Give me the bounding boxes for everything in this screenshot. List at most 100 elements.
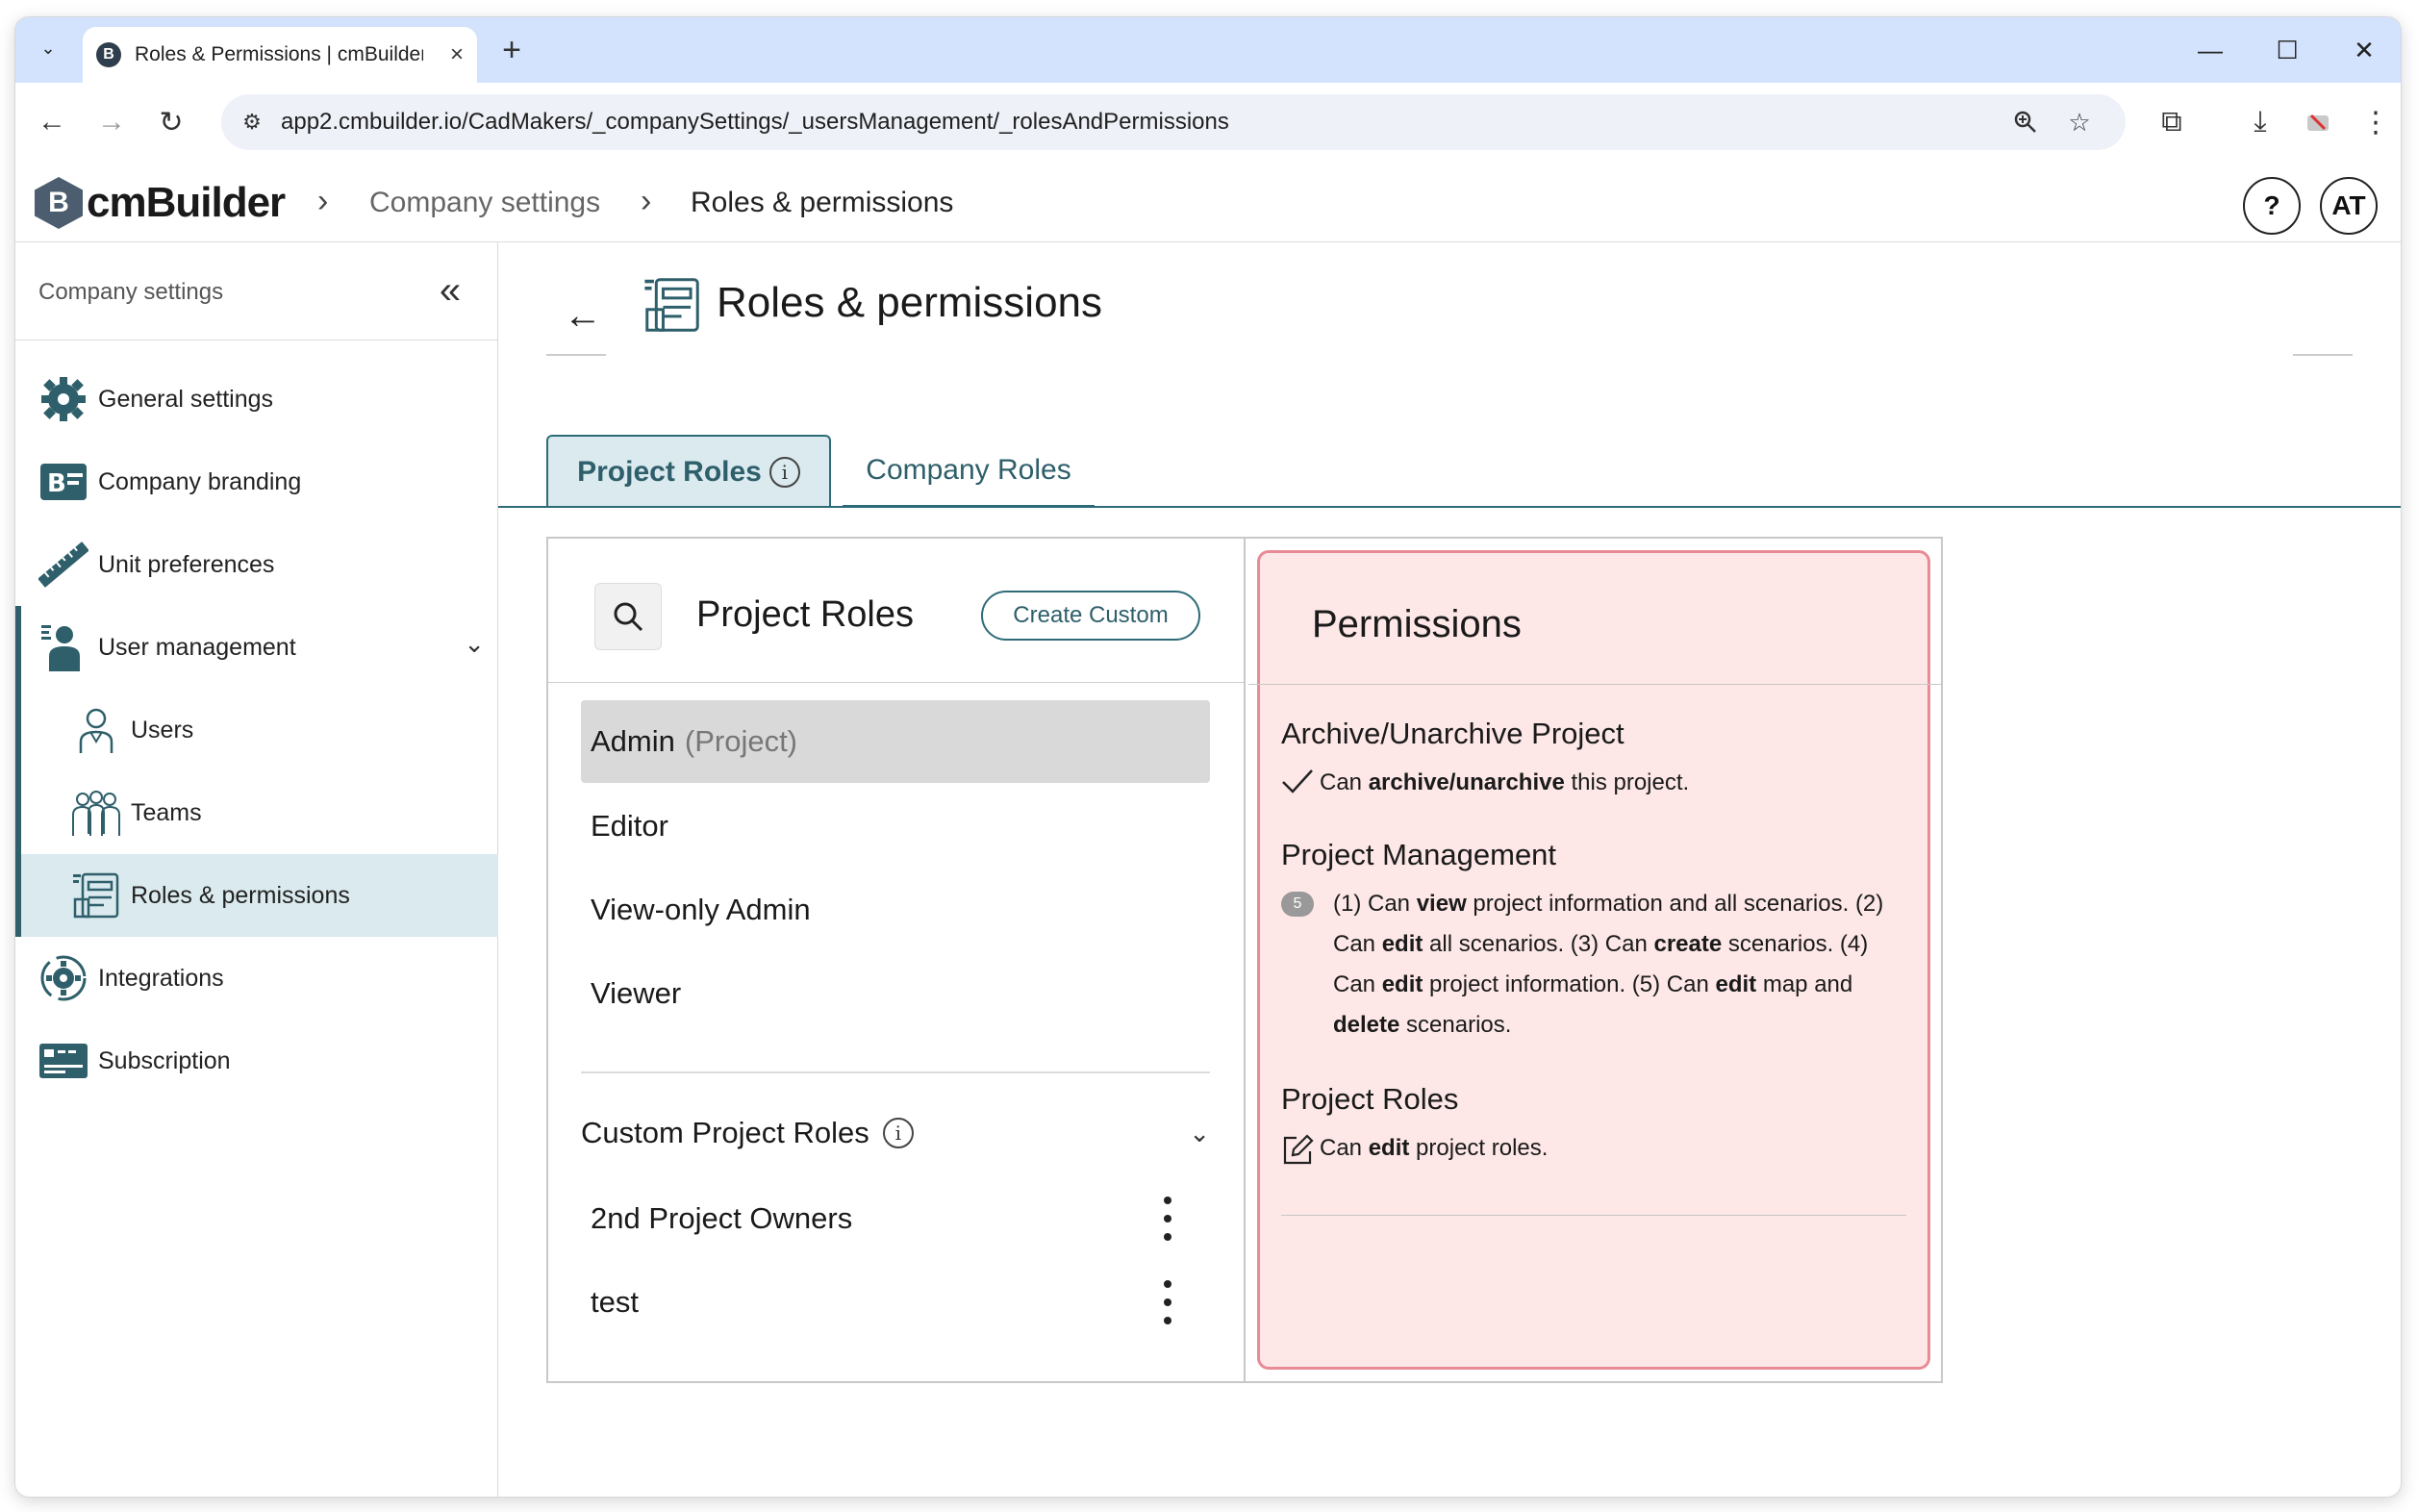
custom-roles-header[interactable]: Custom Project Roles i ⌄ xyxy=(581,1104,1210,1162)
gear-icon xyxy=(38,374,88,424)
tab-close-icon[interactable]: × xyxy=(450,41,464,68)
permission-text: (1) Can view project information and all… xyxy=(1333,891,1884,1038)
permission-line: Can archive/unarchive this project. xyxy=(1281,763,1916,803)
sidebar-item-subscription[interactable]: Subscription xyxy=(15,1020,498,1102)
download-icon[interactable]: ⤓ xyxy=(2241,103,2279,141)
forward-icon[interactable]: → xyxy=(92,103,131,141)
roles-panel-title: Project Roles xyxy=(696,594,914,635)
browser-tab[interactable]: B Roles & Permissions | cmBuilder × xyxy=(83,27,477,83)
address-bar[interactable]: ⚙ app2.cmbuilder.io/CadMakers/_companySe… xyxy=(221,94,2126,150)
minimize-icon[interactable]: — xyxy=(2191,31,2229,69)
permission-count-badge: 5 xyxy=(1281,892,1314,917)
create-custom-button[interactable]: Create Custom xyxy=(981,591,1200,641)
role-item-admin[interactable]: Admin (Project) xyxy=(581,700,1210,783)
role-name: Admin xyxy=(591,724,675,758)
chevron-down-icon[interactable]: ⌄ xyxy=(1189,1119,1210,1148)
breadcrumb-company-settings[interactable]: Company settings xyxy=(369,187,600,219)
permission-line: Can edit project roles. xyxy=(1281,1128,1916,1169)
logo-text: cmBuilder xyxy=(87,179,286,226)
tab-label: Company Roles xyxy=(866,453,1071,486)
tab-search-chevron-icon[interactable]: ⌄ xyxy=(31,31,65,65)
new-tab-icon[interactable]: + xyxy=(492,31,531,69)
profile-extension-icon[interactable] xyxy=(2299,103,2337,141)
custom-role-item[interactable]: 2nd Project Owners xyxy=(581,1177,1210,1260)
role-item-viewer[interactable]: Viewer xyxy=(581,952,1210,1035)
tab-company-roles[interactable]: Company Roles xyxy=(843,435,1095,508)
sidebar-item-label: User management xyxy=(98,633,296,661)
permission-group-title: Project Roles xyxy=(1281,1082,1459,1116)
custom-role-item[interactable]: test xyxy=(581,1261,1210,1344)
permissions-divider xyxy=(1248,684,1943,685)
sidebar-title: Company settings xyxy=(38,279,224,305)
tabs-divider xyxy=(498,506,2401,508)
check-icon xyxy=(1281,763,1320,795)
cmbuilder-logo[interactable]: B cmBuilder xyxy=(35,177,286,229)
reload-icon[interactable]: ↻ xyxy=(152,103,190,141)
extensions-icon[interactable]: ⧉ xyxy=(2153,103,2191,141)
title-divider xyxy=(2293,354,2353,356)
app-header: B cmBuilder › Company settings › Roles &… xyxy=(15,162,2401,242)
logo-mark-icon: B xyxy=(35,177,83,229)
chevron-down-icon[interactable]: ⌄ xyxy=(464,629,485,659)
page-title: Roles & permissions xyxy=(717,279,1103,326)
back-icon[interactable]: ← xyxy=(33,103,71,141)
permission-group-project-roles: Project Roles Can edit project roles. xyxy=(1281,1082,1916,1169)
sidebar-item-integrations[interactable]: Integrations xyxy=(15,937,498,1020)
sidebar: Company settings « General settings B Co… xyxy=(15,242,498,1497)
role-suffix: (Project) xyxy=(684,724,798,758)
info-icon[interactable]: i xyxy=(882,1118,914,1148)
user-icon xyxy=(71,705,121,755)
tab-label: Project Roles xyxy=(577,456,762,488)
sidebar-item-label: Subscription xyxy=(98,1046,231,1074)
tab-project-roles[interactable]: Project Roles i xyxy=(546,435,831,508)
browser-tabbar: ⌄ B Roles & Permissions | cmBuilder × + … xyxy=(15,17,2401,83)
sidebar-item-teams[interactable]: Teams xyxy=(15,771,498,854)
permission-text: Can edit project roles. xyxy=(1320,1135,1549,1161)
sidebar-item-unit-preferences[interactable]: Unit preferences xyxy=(15,523,498,606)
role-item-view-only-admin[interactable]: View-only Admin xyxy=(581,869,1210,951)
breadcrumb-roles-permissions: Roles & permissions xyxy=(691,187,954,218)
sidebar-item-roles-permissions[interactable]: Roles & permissions xyxy=(15,854,498,937)
role-name: Editor xyxy=(591,809,668,843)
permissions-panel-frame: Permissions Archive/Unarchive Project Ca… xyxy=(1245,537,1943,1383)
search-button[interactable] xyxy=(594,583,662,650)
sidebar-item-label: Company branding xyxy=(98,467,302,495)
roles-panel: Project Roles Create Custom Admin (Proje… xyxy=(546,537,1245,1383)
role-name: View-only Admin xyxy=(591,893,811,926)
permission-text: Can archive/unarchive this project. xyxy=(1320,769,1690,795)
sidebar-item-label: Teams xyxy=(131,798,202,826)
sidebar-item-label: Users xyxy=(131,716,194,743)
sidebar-item-company-branding[interactable]: B Company branding xyxy=(15,441,498,523)
site-info-icon[interactable]: ⚙ xyxy=(233,103,271,141)
breadcrumb-chevron-icon: › xyxy=(641,183,652,219)
permissions-title: Permissions xyxy=(1312,603,1522,645)
menu-kebab-icon[interactable]: ⋮ xyxy=(2356,103,2395,141)
title-divider xyxy=(546,354,606,356)
role-name: Viewer xyxy=(591,976,682,1010)
close-window-icon[interactable]: ✕ xyxy=(2345,31,2383,69)
zoom-icon[interactable] xyxy=(2006,103,2045,141)
bookmark-star-icon[interactable]: ☆ xyxy=(2060,103,2099,141)
kebab-menu-icon[interactable] xyxy=(1158,1197,1177,1241)
roles-divider xyxy=(581,1071,1210,1073)
sidebar-item-general-settings[interactable]: General settings xyxy=(15,358,498,441)
permission-group-project-management: Project Management 5 (1) Can view projec… xyxy=(1281,838,1916,1046)
sidebar-item-label: Roles & permissions xyxy=(131,881,350,909)
browser-window: ⌄ B Roles & Permissions | cmBuilder × + … xyxy=(15,17,2401,1497)
collapse-sidebar-icon[interactable]: « xyxy=(427,267,473,314)
roles-page-icon xyxy=(642,275,702,335)
permissions-bottom-divider xyxy=(1281,1215,1906,1216)
role-item-editor[interactable]: Editor xyxy=(581,785,1210,868)
roles-icon xyxy=(71,870,121,920)
maximize-icon[interactable]: ☐ xyxy=(2268,31,2306,69)
sidebar-item-user-management[interactable]: User management ⌄ xyxy=(15,606,498,689)
kebab-menu-icon[interactable] xyxy=(1158,1280,1177,1324)
avatar[interactable]: AT xyxy=(2320,177,2378,235)
role-name: 2nd Project Owners xyxy=(591,1201,853,1235)
help-button[interactable]: ? xyxy=(2243,177,2301,235)
back-arrow-icon[interactable]: ← xyxy=(564,294,602,338)
sidebar-header: Company settings « xyxy=(15,242,497,340)
info-icon[interactable]: i xyxy=(768,457,800,488)
sidebar-item-label: Unit preferences xyxy=(98,550,275,578)
sidebar-item-users[interactable]: Users xyxy=(15,689,498,771)
